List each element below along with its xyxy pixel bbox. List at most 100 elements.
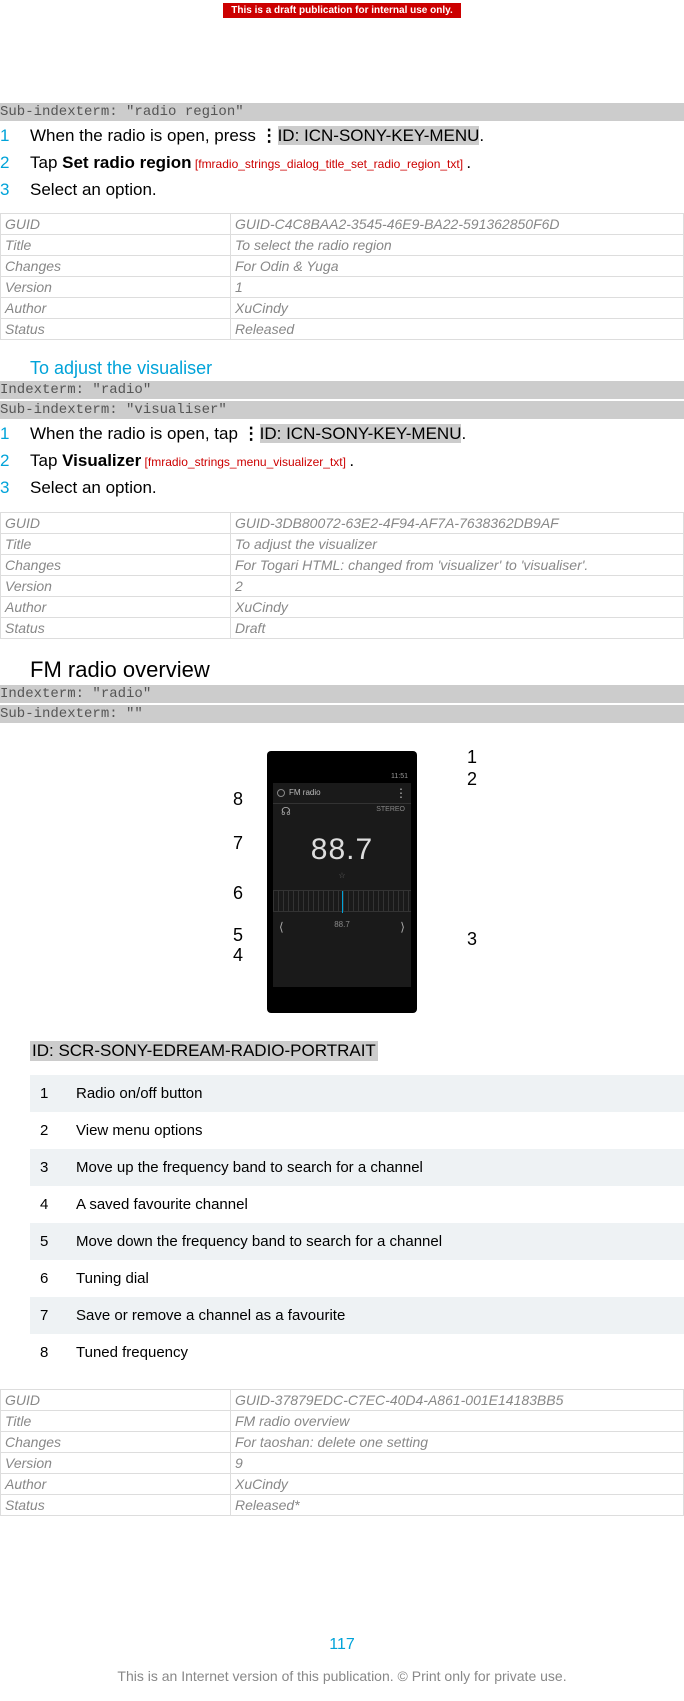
legend-row: 8Tuned frequency bbox=[30, 1334, 684, 1371]
step-1: 1 When the radio is open, press ⋮ID: ICN… bbox=[0, 124, 684, 148]
meta-val: To adjust the visualizer bbox=[231, 533, 684, 554]
callout-7: 7 bbox=[233, 833, 243, 854]
meta-key: Title bbox=[1, 235, 231, 256]
step-2: 2 Tap Visualizer [fmradio_strings_menu_v… bbox=[0, 449, 684, 473]
legend-text: A saved favourite channel bbox=[66, 1186, 684, 1223]
meta-key: Title bbox=[1, 533, 231, 554]
meta-key: GUID bbox=[1, 1389, 231, 1410]
meta-val: Released* bbox=[231, 1494, 684, 1515]
indexterm: Indexterm: "radio" bbox=[0, 381, 684, 399]
indexterm: Indexterm: "radio" bbox=[0, 685, 684, 703]
step-1: 1 When the radio is open, tap ⋮ID: ICN-S… bbox=[0, 422, 684, 446]
meta-table: GUIDGUID-C4C8BAA2-3545-46E9-BA22-5913628… bbox=[0, 213, 684, 340]
step-text: Tap bbox=[30, 153, 62, 172]
meta-val: 9 bbox=[231, 1452, 684, 1473]
meta-val: For taoshan: delete one setting bbox=[231, 1431, 684, 1452]
legend-row: 2View menu options bbox=[30, 1112, 684, 1149]
legend-text: Tuning dial bbox=[66, 1260, 684, 1297]
meta-table: GUIDGUID-3DB80072-63E2-4F94-AF7A-7638362… bbox=[0, 512, 684, 639]
seek-down-icon: ⟨ bbox=[279, 920, 284, 934]
step-text: . bbox=[461, 424, 466, 443]
footer-text: This is an Internet version of this publ… bbox=[0, 1668, 684, 1684]
meta-val: XuCindy bbox=[231, 596, 684, 617]
frequency-display: 88.7 bbox=[273, 833, 411, 867]
callout-8: 8 bbox=[233, 789, 243, 810]
meta-key: Status bbox=[1, 319, 231, 340]
id-ref: ID: ICN-SONY-KEY-MENU bbox=[260, 424, 462, 443]
phone-app-title: FM radio bbox=[289, 788, 321, 797]
step-3: 3 Select an option. bbox=[0, 178, 684, 202]
power-icon bbox=[277, 789, 285, 797]
step-text: Select an option. bbox=[30, 178, 684, 202]
legend-text: Tuned frequency bbox=[66, 1334, 684, 1371]
menu-icon: ⋮ bbox=[395, 786, 407, 800]
legend-text: Radio on/off button bbox=[66, 1075, 684, 1112]
step-text: When the radio is open, tap bbox=[30, 424, 243, 443]
meta-key: Status bbox=[1, 617, 231, 638]
legend-row: 3Move up the frequency band to search fo… bbox=[30, 1149, 684, 1186]
callout-3: 3 bbox=[467, 929, 477, 950]
meta-key: Version bbox=[1, 277, 231, 298]
meta-val: For Odin & Yuga bbox=[231, 256, 684, 277]
legend-num: 5 bbox=[30, 1223, 66, 1260]
phone-mockup: 11:51 FM radio ⋮ STEREO ☊ 88.7 ☆ ⟨ 88.7 … bbox=[267, 751, 417, 1013]
legend-row: 7Save or remove a channel as a favourite bbox=[30, 1297, 684, 1334]
legend-num: 7 bbox=[30, 1297, 66, 1334]
meta-val: GUID-3DB80072-63E2-4F94-AF7A-7638362DB9A… bbox=[231, 512, 684, 533]
meta-key: Title bbox=[1, 1410, 231, 1431]
step-2: 2 Tap Set radio region [fmradio_strings_… bbox=[0, 151, 684, 175]
ui-label: Visualizer bbox=[62, 451, 141, 470]
meta-val: To select the radio region bbox=[231, 235, 684, 256]
indexterm: Sub-indexterm: "visualiser" bbox=[0, 401, 684, 419]
legend-text: Move down the frequency band to search f… bbox=[66, 1223, 684, 1260]
section-heading: To adjust the visualiser bbox=[30, 358, 684, 379]
callout-1: 1 bbox=[467, 747, 477, 768]
callout-2: 2 bbox=[467, 769, 477, 790]
legend-row: 5Move down the frequency band to search … bbox=[30, 1223, 684, 1260]
meta-key: Status bbox=[1, 1494, 231, 1515]
meta-key: GUID bbox=[1, 214, 231, 235]
meta-val: 1 bbox=[231, 277, 684, 298]
step-num: 3 bbox=[0, 178, 30, 202]
step-3: 3 Select an option. bbox=[0, 476, 684, 500]
step-text: . bbox=[466, 153, 471, 172]
callout-4: 4 bbox=[233, 945, 243, 966]
legend-text: View menu options bbox=[66, 1112, 684, 1149]
meta-val: 2 bbox=[231, 575, 684, 596]
meta-key: Author bbox=[1, 1473, 231, 1494]
step-num: 2 bbox=[0, 449, 30, 473]
section-heading: FM radio overview bbox=[30, 657, 684, 683]
meta-val: XuCindy bbox=[231, 1473, 684, 1494]
legend-row: 1Radio on/off button bbox=[30, 1075, 684, 1112]
fav-freq: 88.7 bbox=[334, 920, 350, 934]
meta-key: Author bbox=[1, 298, 231, 319]
legend-row: 6Tuning dial bbox=[30, 1260, 684, 1297]
step-num: 2 bbox=[0, 151, 30, 175]
meta-val: Draft bbox=[231, 617, 684, 638]
step-num: 1 bbox=[0, 124, 30, 148]
callout-6: 6 bbox=[233, 883, 243, 904]
legend-text: Save or remove a channel as a favourite bbox=[66, 1297, 684, 1334]
star-icon: ☆ bbox=[273, 871, 411, 880]
step-text: Select an option. bbox=[30, 476, 684, 500]
meta-val: GUID-C4C8BAA2-3545-46E9-BA22-591362850F6… bbox=[231, 214, 684, 235]
meta-key: Changes bbox=[1, 554, 231, 575]
screenshot-id: ID: SCR-SONY-EDREAM-RADIO-PORTRAIT bbox=[30, 1041, 378, 1061]
string-id: [fmradio_strings_dialog_title_set_radio_… bbox=[192, 157, 467, 171]
step-text: . bbox=[479, 126, 484, 145]
step-text: Tap bbox=[30, 451, 62, 470]
phone-time: 11:51 bbox=[391, 773, 408, 780]
legend-text: Move up the frequency band to search for… bbox=[66, 1149, 684, 1186]
legend-num: 8 bbox=[30, 1334, 66, 1371]
tuning-scale bbox=[273, 890, 411, 912]
legend-num: 4 bbox=[30, 1186, 66, 1223]
meta-table: GUIDGUID-37879EDC-C7EC-40D4-A861-001E141… bbox=[0, 1389, 684, 1516]
meta-val: For Togari HTML: changed from 'visualize… bbox=[231, 554, 684, 575]
seek-up-icon: ⟩ bbox=[400, 920, 405, 934]
ui-label: Set radio region bbox=[62, 153, 191, 172]
legend-num: 6 bbox=[30, 1260, 66, 1297]
meta-key: Changes bbox=[1, 1431, 231, 1452]
meta-val: Released bbox=[231, 319, 684, 340]
step-text: When the radio is open, press bbox=[30, 126, 261, 145]
id-ref: ID: ICN-SONY-KEY-MENU bbox=[278, 126, 480, 145]
